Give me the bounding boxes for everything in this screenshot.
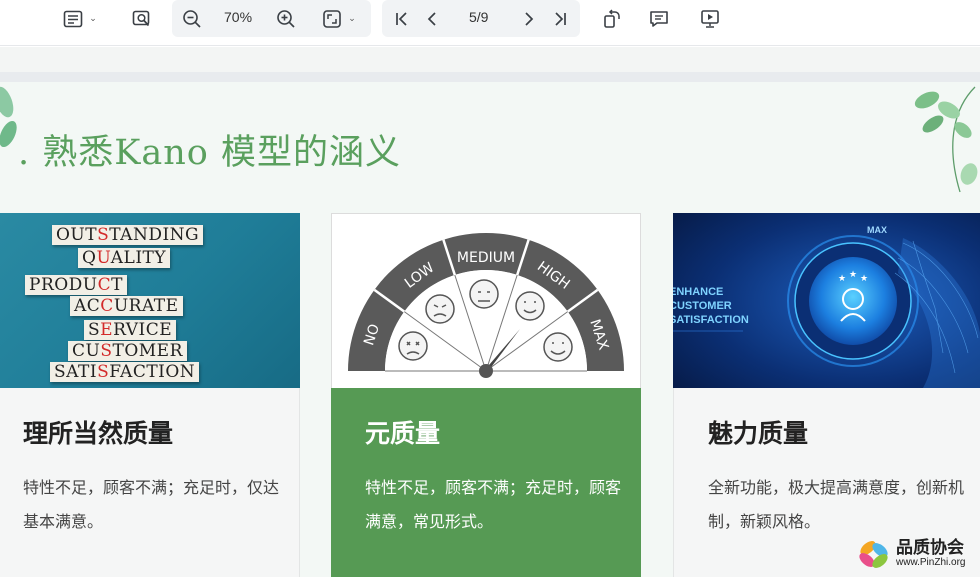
- comment-icon: [650, 11, 668, 27]
- satisfaction-gauge: NO LOW MEDIUM HIGH MAX: [348, 233, 624, 378]
- present-icon: [701, 10, 719, 28]
- svg-text:★: ★: [860, 274, 868, 284]
- prev-page-icon: [427, 12, 436, 26]
- card-description: 特性不足，顾客不满；充足时，顾客满意，常见形式。: [365, 478, 622, 531]
- thumbnail-toggle-button[interactable]: ⌄: [57, 4, 103, 34]
- zoom-controls: 70% ⌄: [172, 0, 371, 37]
- viewer-background: [0, 47, 980, 72]
- image-caption-line: CUSTOMER: [673, 300, 732, 312]
- prev-page-button[interactable]: [420, 4, 444, 34]
- satisfaction-knob: ★ ★ ★ MAX ENHANCE CUSTOMER SATISFACTION: [673, 213, 980, 388]
- chevron-down-icon: ⌄: [89, 14, 97, 24]
- viewer-toolbar: ⌄ 70% ⌄ 5/9: [0, 0, 980, 46]
- svg-text:★: ★: [838, 274, 846, 284]
- page-separator: [0, 72, 980, 82]
- zoom-out-icon: [183, 10, 201, 28]
- first-page-button[interactable]: [390, 4, 414, 34]
- fit-page-button[interactable]: ⌄: [314, 4, 364, 34]
- collage-word: PRODUCT: [25, 275, 127, 295]
- collage-word: ACCURATE: [70, 296, 183, 316]
- knob-max-label: MAX: [867, 225, 887, 235]
- slide-title: . 熟悉Kano 模型的涵义: [18, 133, 402, 173]
- zoom-level[interactable]: 70%: [224, 9, 252, 25]
- card-body: 理所当然质量 特性不足，顾客不满；充足时，仅达基本满意。: [0, 388, 300, 577]
- image-caption-line: SATISFACTION: [673, 314, 749, 326]
- search-document-button[interactable]: [128, 4, 156, 34]
- watermark: 品质协会 www.PinZhi.org: [856, 538, 965, 570]
- collage-word: QUALITY: [78, 248, 171, 268]
- search-doc-icon: [132, 10, 150, 27]
- last-page-icon: [555, 12, 566, 26]
- chevron-down-icon: ⌄: [348, 14, 356, 24]
- fit-page-icon: [323, 10, 342, 28]
- leaf-decoration-right: [914, 86, 978, 193]
- zoom-in-button[interactable]: [272, 4, 300, 34]
- next-page-icon: [525, 12, 534, 26]
- card-attractive-quality: ★★★ MAX ENHANCE CUSTOMER SATISFACTION: [673, 213, 980, 577]
- next-page-button[interactable]: [517, 4, 541, 34]
- svg-text:★: ★: [849, 270, 857, 280]
- pinzhi-logo-icon: [859, 541, 888, 568]
- card-basic-quality: OUTSTANDING QUALITY PRODUCT ACCURATE SER…: [0, 213, 300, 577]
- watermark-url: www.PinZhi.org: [896, 557, 966, 568]
- collage-word: SERVICE: [84, 320, 177, 340]
- card-body: 元质量 特性不足，顾客不满；充足时，顾客满意，常见形式。: [331, 388, 641, 577]
- last-page-button[interactable]: [548, 4, 572, 34]
- slide-page: . 熟悉Kano 模型的涵义 OUTSTANDING QUALITY PRODU…: [0, 82, 980, 577]
- rotate-button[interactable]: [597, 4, 625, 34]
- image-caption-line: ENHANCE: [673, 286, 723, 298]
- card-description: 特性不足，顾客不满；充足时，仅达基本满意。: [23, 478, 280, 531]
- gauge-label: MEDIUM: [457, 250, 515, 266]
- satisfaction-knob-image: ★ ★ ★ MAX ENHANCE CUSTOMER SATISFACTION: [673, 213, 980, 388]
- collage-background: OUTSTANDING QUALITY PRODUCT ACCURATE SER…: [0, 213, 300, 388]
- card-title: 理所当然质量: [23, 419, 174, 448]
- rotate-icon: [604, 9, 620, 28]
- page-navigation: 5/9: [382, 0, 580, 37]
- zoom-out-button[interactable]: [178, 4, 206, 34]
- card-performance-quality: NO LOW MEDIUM HIGH MAX 元质量 特性不足，顾客不满；充足时…: [331, 213, 641, 577]
- thumbnail-icon: [63, 10, 83, 28]
- watermark-text: 品质协会 www.PinZhi.org: [896, 539, 965, 569]
- zoom-in-icon: [277, 10, 295, 28]
- first-page-icon: [396, 12, 407, 26]
- comment-button[interactable]: [645, 4, 673, 34]
- word-collage-image: OUTSTANDING QUALITY PRODUCT ACCURATE SER…: [0, 213, 300, 388]
- page-indicator[interactable]: 5/9: [469, 9, 488, 25]
- collage-word: CUSTOMER: [68, 341, 187, 361]
- present-button[interactable]: [696, 4, 724, 34]
- collage-word: SATISFACTION: [50, 362, 200, 382]
- card-description: 全新功能，极大提高满意度，创新机制，新颖风格。: [708, 478, 965, 531]
- collage-word: OUTSTANDING: [52, 225, 204, 245]
- card-title: 元质量: [365, 419, 441, 448]
- card-title: 魅力质量: [708, 419, 809, 448]
- satisfaction-gauge-image: NO LOW MEDIUM HIGH MAX: [331, 213, 641, 388]
- watermark-name: 品质协会: [896, 538, 964, 558]
